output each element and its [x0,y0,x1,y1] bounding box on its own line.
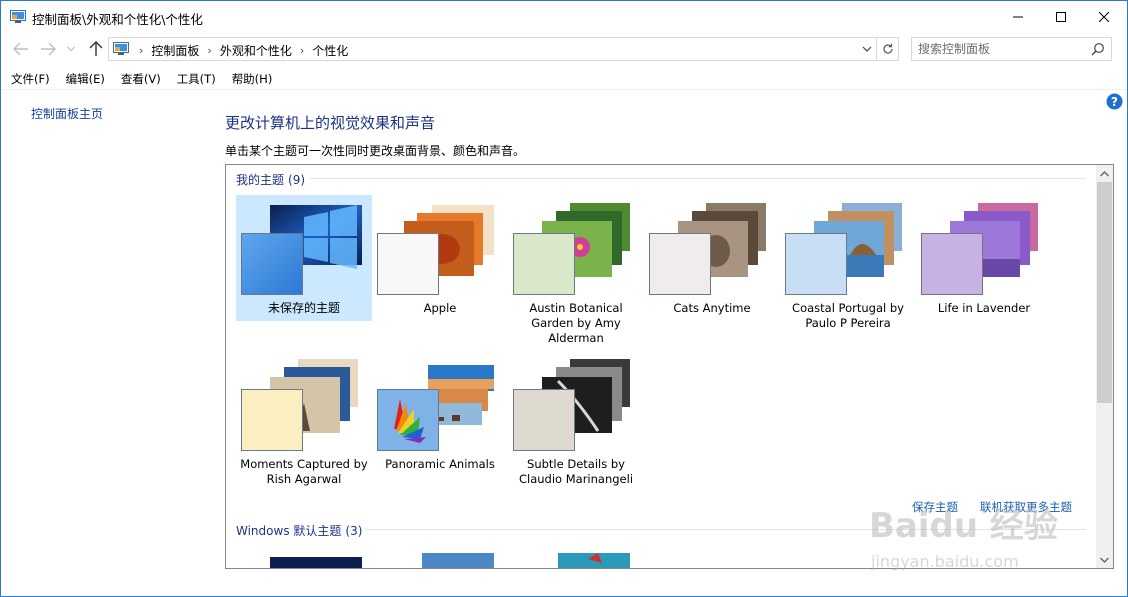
search-box[interactable] [911,37,1112,61]
my-themes-title: 我的主题 [236,173,285,187]
forward-button[interactable] [39,40,57,58]
breadcrumb-separator[interactable]: › [139,44,143,57]
theme-name: Panoramic Animals [385,457,495,471]
theme-panoramic-animals[interactable]: Panoramic Animals [372,351,508,477]
theme-preview-life-in-lavender [921,203,1038,295]
search-input[interactable] [918,41,1088,57]
theme-name: 未保存的主题 [267,301,340,315]
theme-coastal-portugal[interactable]: Coastal Portugal by Paulo P Pereira [780,195,916,330]
section-divider [310,178,1086,179]
search-icon[interactable] [1091,42,1105,56]
theme-name: Moments Captured by Rish Agarwal [240,457,368,486]
menu-view[interactable]: 查看(V) [121,68,161,89]
maximize-button[interactable] [1038,1,1084,33]
breadcrumb-personalization[interactable]: 个性化 [312,42,348,59]
back-button[interactable] [12,40,30,58]
minimize-icon [1013,16,1023,18]
theme-preview-panoramic-animals [377,365,494,451]
scroll-thumb[interactable] [1097,182,1112,403]
my-themes-count: (9) [288,172,306,187]
arrow-right-icon [41,42,56,56]
close-button[interactable] [1081,1,1127,33]
arrow-up-icon [89,41,103,56]
menu-edit[interactable]: 编辑(E) [66,68,105,89]
windows-themes-title: Windows 默认主题 [236,524,342,538]
theme-moments-captured[interactable]: Moments Captured by Rish Agarwal [236,351,372,486]
theme-windows-default-3[interactable] [508,549,644,568]
breadcrumb: › 控制面板 › 外观和个性化 › 个性化 [135,42,348,59]
title-bar[interactable]: 控制面板\外观和个性化\个性化 [1,1,1127,33]
menu-help[interactable]: 帮助(H) [232,68,273,89]
theme-apple[interactable]: Apple [372,195,508,321]
window-title: 控制面板\外观和个性化\个性化 [32,12,203,27]
control-panel-icon [113,42,129,55]
theme-preview-windows-3 [558,553,630,568]
help-icon[interactable]: ? [1106,93,1123,110]
address-bar[interactable]: › 控制面板 › 外观和个性化 › 个性化 [108,37,877,61]
theme-name: Apple [423,301,457,315]
theme-subtle-details[interactable]: Subtle Details by Claudio Marinangeli [508,351,644,486]
navigation-bar: › 控制面板 › 外观和个性化 › 个性化 [1,33,1127,66]
theme-preview-apple [377,205,494,295]
watermark-brand: Baidu 经验 [869,506,1058,546]
theme-windows-default-2[interactable] [372,549,508,568]
theme-preview-unsaved [241,205,362,295]
control-panel-icon [10,10,26,23]
breadcrumb-separator[interactable]: › [300,44,304,57]
chevron-down-icon[interactable] [861,43,873,55]
refresh-button[interactable] [877,37,899,61]
my-themes-heading: 我的主题 (9) [236,171,305,188]
menu-file[interactable]: 文件(F) [11,68,50,89]
page-description: 单击某个主题可一次性同时更改桌面背景、颜色和声音。 [225,144,526,158]
theme-preview-austin-botanical [513,203,630,295]
breadcrumb-separator[interactable]: › [207,44,211,57]
vertical-scrollbar[interactable] [1096,165,1113,568]
theme-preview-windows-2 [422,553,494,568]
maximize-icon [1056,12,1066,22]
minimize-button[interactable] [995,1,1041,33]
theme-preview-subtle-details [513,359,630,451]
menu-tools[interactable]: 工具(T) [177,68,216,89]
up-button[interactable] [87,40,105,58]
theme-name: Coastal Portugal by Paulo P Pereira [792,301,904,330]
theme-austin-botanical[interactable]: Austin Botanical Garden by Amy Alderman [508,195,644,345]
theme-preview-windows [270,557,362,568]
theme-preview-cats-anytime [649,203,766,295]
theme-life-in-lavender[interactable]: Life in Lavender [916,195,1052,321]
chevron-down-icon [67,46,75,52]
theme-windows-default[interactable] [236,549,372,568]
baidu-watermark: Baidu 经验 jingyan.baidu.com [869,506,1058,571]
chevron-up-icon [1100,170,1109,176]
left-pane: 控制面板主页 [1,91,211,596]
svg-text:?: ? [1111,95,1118,109]
refresh-icon [882,43,893,54]
windows-themes-heading: Windows 默认主题 (3) [236,522,362,539]
control-panel-window: 控制面板\外观和个性化\个性化 › 控制面板 › 外观和个性化 › 个性化 搜索… [0,0,1128,597]
scroll-down-button[interactable] [1096,551,1113,568]
theme-preview-moments-captured [241,359,358,451]
breadcrumb-appearance[interactable]: 外观和个性化 [220,42,292,59]
scroll-up-button[interactable] [1096,165,1113,182]
breadcrumb-control-panel[interactable]: 控制面板 [151,42,199,59]
theme-name: Cats Anytime [673,301,751,315]
chevron-down-icon [1100,557,1109,563]
windows-themes-count: (3) [345,523,363,538]
close-icon [1099,12,1109,22]
recent-locations-button[interactable] [64,40,78,58]
theme-unsaved[interactable]: 未保存的主题 [236,195,372,321]
theme-name: Austin Botanical Garden by Amy Alderman [529,301,623,345]
theme-name: Subtle Details by Claudio Marinangeli [518,457,634,486]
control-panel-home-link[interactable]: 控制面板主页 [31,105,103,122]
watermark-url: jingyan.baidu.com [870,552,1019,571]
page-title: 更改计算机上的视觉效果和声音 [225,114,436,132]
theme-cats-anytime[interactable]: Cats Anytime [644,195,780,321]
arrow-left-icon [13,42,28,56]
menu-bar: 文件(F) 编辑(E) 查看(V) 工具(T) 帮助(H) [1,68,1127,90]
theme-preview-coastal-portugal [785,203,902,295]
theme-name: Life in Lavender [937,301,1031,315]
